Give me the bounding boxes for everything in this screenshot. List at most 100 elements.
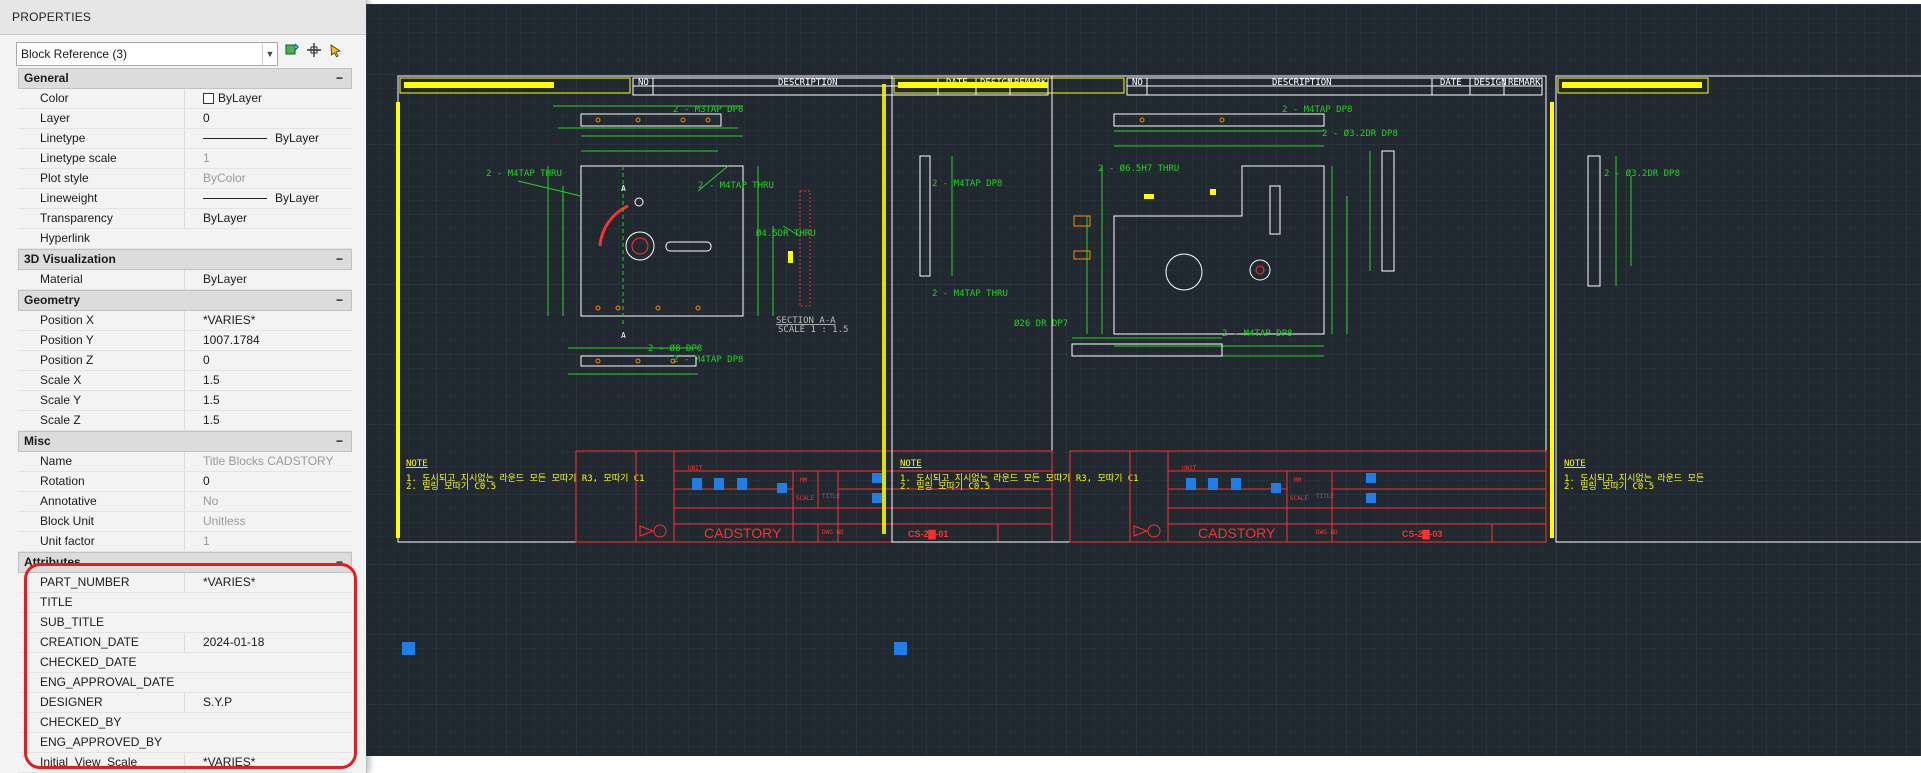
property-value[interactable]: ByLayer [184, 189, 352, 208]
grip-marker[interactable] [777, 483, 787, 493]
property-row-scale-x[interactable]: Scale X 1.5 [18, 371, 352, 391]
attribute-value[interactable]: S.Y.P [184, 693, 352, 712]
section-misc[interactable]: Misc − [18, 431, 352, 452]
attribute-row-title[interactable]: TITLE [18, 593, 352, 613]
grip-marker[interactable] [1271, 483, 1281, 493]
collapse-icon[interactable]: − [336, 432, 343, 451]
property-value[interactable]: ByLayer [184, 89, 352, 108]
property-row-material[interactable]: Material ByLayer [18, 270, 352, 290]
side-bar [1550, 102, 1554, 538]
property-row-annotative[interactable]: Annotative No [18, 492, 352, 512]
property-row-block-unit[interactable]: Block Unit Unitless [18, 512, 352, 532]
property-value[interactable]: *VARIES* [184, 311, 352, 330]
grip-marker[interactable] [872, 493, 882, 503]
property-row-position-z[interactable]: Position Z 0 [18, 351, 352, 371]
property-value[interactable]: 1.5 [184, 411, 352, 430]
header-design: DESIGN [1474, 78, 1507, 88]
property-row-transparency[interactable]: Transparency ByLayer [18, 209, 352, 229]
property-value[interactable]: 1.5 [184, 391, 352, 410]
property-name: Hyperlink [40, 231, 91, 245]
property-row-position-y[interactable]: Position Y 1007.1784 [18, 331, 352, 351]
property-row-scale-y[interactable]: Scale Y 1.5 [18, 391, 352, 411]
property-row-hyperlink[interactable]: Hyperlink [18, 229, 352, 249]
attribute-row-initial-view-scale[interactable]: Initial_View_Scale *VARIES* [18, 753, 352, 773]
section-scale: SCALE 1 : 1.5 [778, 325, 848, 335]
attribute-name: PART_NUMBER [40, 575, 130, 589]
grip-marker[interactable] [1366, 473, 1376, 483]
grip-marker[interactable] [1186, 478, 1196, 490]
property-row-name[interactable]: Name Title Blocks CADSTORY [18, 452, 352, 472]
attribute-row-sub-title[interactable]: SUB_TITLE [18, 613, 352, 633]
collapse-icon[interactable]: − [336, 69, 343, 88]
property-row-color[interactable]: Color ByLayer [18, 89, 352, 109]
grip-marker[interactable] [872, 473, 882, 483]
property-value[interactable]: 1 [184, 532, 352, 551]
header-description: DESCRIPTION [1272, 78, 1332, 88]
property-row-linetype[interactable]: Linetype ByLayer [18, 129, 352, 149]
attribute-name: CREATION_DATE [40, 635, 139, 649]
collapse-icon[interactable]: − [336, 291, 343, 310]
attribute-row-part-number[interactable]: PART_NUMBER *VARIES* [18, 573, 352, 593]
property-value[interactable]: 0 [184, 351, 352, 370]
property-value[interactable]: Title Blocks CADSTORY [184, 452, 352, 471]
attribute-row-eng-approval-date[interactable]: ENG_APPROVAL_DATE [18, 673, 352, 693]
grip-marker[interactable] [1366, 493, 1376, 503]
select-objects-icon[interactable] [326, 42, 346, 64]
property-row-rotation[interactable]: Rotation 0 [18, 472, 352, 492]
attribute-row-checked-date[interactable]: CHECKED_DATE [18, 653, 352, 673]
property-name: Block Unit [40, 514, 95, 528]
quick-select-icon[interactable] [282, 42, 302, 64]
grip-marker[interactable] [737, 478, 747, 490]
section-label: Misc [24, 434, 51, 448]
property-row-plot-style[interactable]: Plot style ByColor [18, 169, 352, 189]
attribute-row-designer[interactable]: DESIGNER S.Y.P [18, 693, 352, 713]
title-cell-mm: MM [1294, 477, 1302, 484]
object-type-dropdown[interactable]: Block Reference (3) ▼ [16, 42, 278, 66]
property-row-scale-z[interactable]: Scale Z 1.5 [18, 411, 352, 431]
property-value[interactable]: No [184, 492, 352, 511]
property-value[interactable]: 1 [184, 149, 352, 168]
grip-marker[interactable] [1231, 478, 1241, 490]
section-attributes[interactable]: Attributes − [18, 552, 352, 573]
grip-marker[interactable] [1208, 478, 1218, 490]
grip-marker[interactable] [714, 478, 724, 490]
property-row-unit-factor[interactable]: Unit factor 1 [18, 532, 352, 552]
property-value[interactable]: ByLayer [184, 270, 352, 289]
color-value: ByLayer [218, 91, 263, 105]
section-geometry[interactable]: Geometry − [18, 290, 352, 311]
attribute-value[interactable]: *VARIES* [184, 573, 352, 592]
attribute-row-eng-approved-by[interactable]: ENG_APPROVED_BY [18, 733, 352, 753]
property-value[interactable]: ByColor [184, 169, 352, 188]
collapse-icon[interactable]: − [336, 250, 343, 269]
section-general[interactable]: General − [18, 68, 352, 89]
attribute-row-creation-date[interactable]: CREATION_DATE 2024-01-18 [18, 633, 352, 653]
property-value[interactable]: ByLayer [184, 129, 352, 148]
property-value[interactable]: 0 [184, 109, 352, 128]
property-row-layer[interactable]: Layer 0 [18, 109, 352, 129]
insertion-grip-sheet-1[interactable] [402, 642, 415, 655]
drawing-canvas[interactable]: NO DESCRIPTION DATE DESIGN REMARK [366, 4, 1921, 756]
attribute-value[interactable]: *VARIES* [184, 753, 352, 772]
property-value[interactable]: 1.5 [184, 371, 352, 390]
collapse-icon[interactable]: − [336, 553, 343, 572]
property-row-position-x[interactable]: Position X *VARIES* [18, 311, 352, 331]
property-row-lineweight[interactable]: Lineweight ByLayer [18, 189, 352, 209]
side-bar [882, 84, 886, 534]
property-value[interactable]: 1007.1784 [184, 331, 352, 350]
attribute-value[interactable]: 2024-01-18 [184, 633, 352, 652]
property-value[interactable]: 0 [184, 472, 352, 491]
grip-marker[interactable] [692, 478, 702, 490]
property-row-linetype-scale[interactable]: Linetype scale 1 [18, 149, 352, 169]
property-name: Plot style [40, 171, 89, 185]
property-name: Material [40, 272, 83, 286]
insertion-grip-sheet-2[interactable] [894, 642, 907, 655]
property-value[interactable]: Unitless [184, 512, 352, 531]
pickadd-icon[interactable] [304, 42, 324, 64]
dimension-label: 2 - M3TAP DP8 [673, 105, 743, 115]
section-3d-visualization[interactable]: 3D Visualization − [18, 249, 352, 270]
chevron-down-icon[interactable]: ▼ [262, 43, 277, 65]
color-swatch-icon [203, 93, 214, 105]
property-value[interactable]: ByLayer [184, 209, 352, 228]
drawing-svg[interactable]: NO DESCRIPTION DATE DESIGN REMARK [366, 4, 1921, 756]
attribute-row-checked-by[interactable]: CHECKED_BY [18, 713, 352, 733]
